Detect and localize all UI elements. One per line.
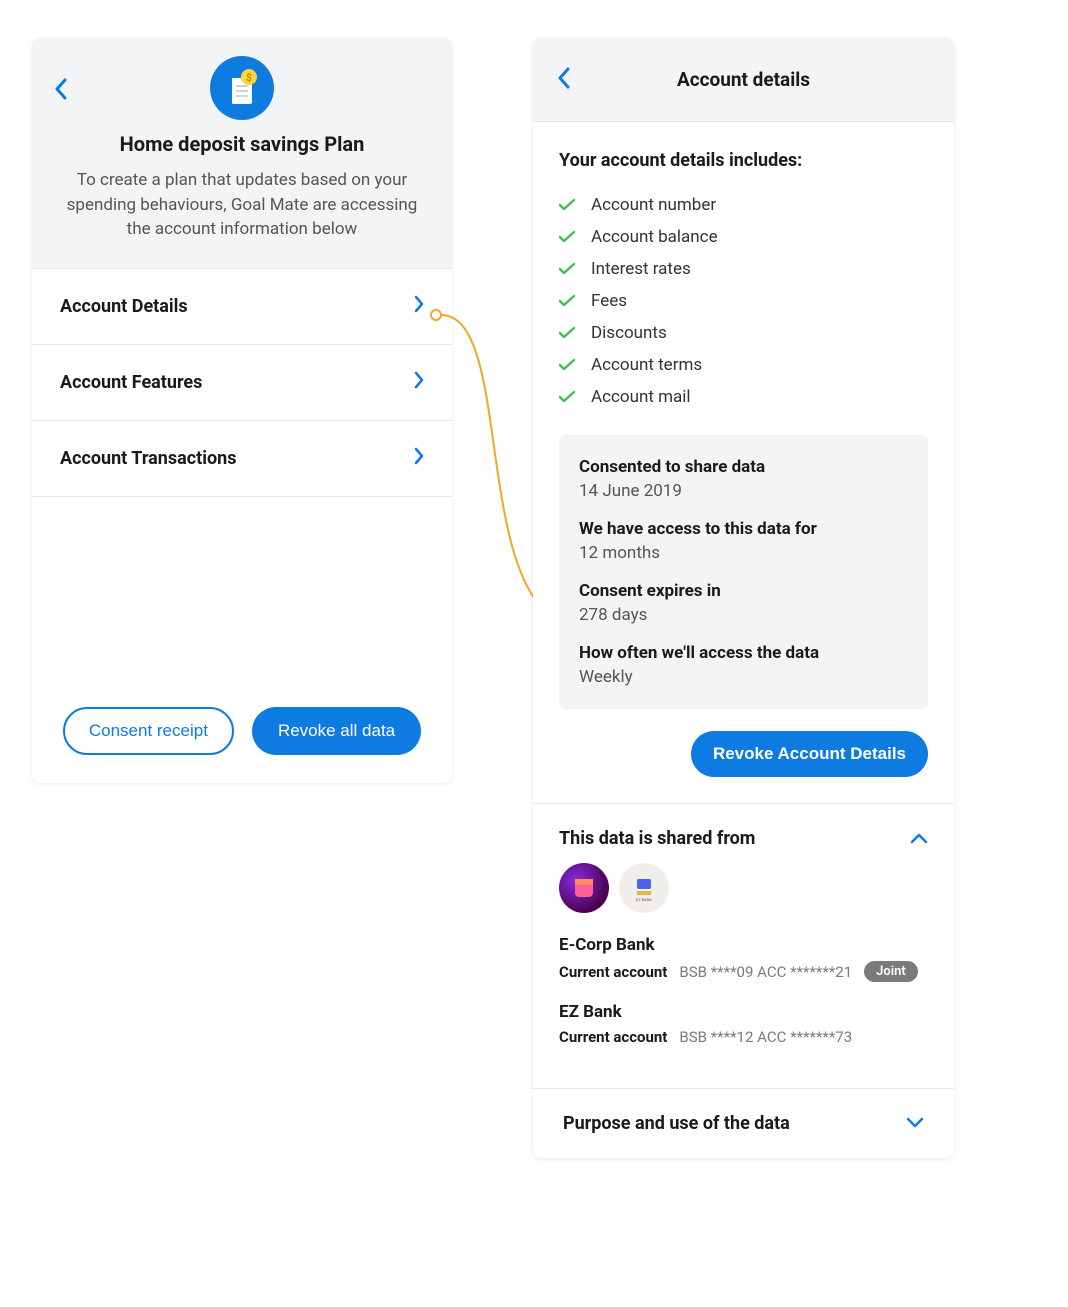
consent-label: Consented to share data: [579, 457, 908, 477]
revoke-all-button[interactable]: Revoke all data: [252, 707, 421, 755]
check-icon: [559, 295, 575, 307]
revoke-row: Revoke Account Details: [559, 731, 928, 777]
svg-text:$: $: [246, 71, 252, 84]
plan-subtitle: To create a plan that updates based on y…: [52, 168, 432, 242]
plan-panel: $ Home deposit savings Plan To create a …: [32, 38, 452, 783]
includes-heading: Your account details includes:: [559, 150, 928, 171]
row-account-details[interactable]: Account Details: [32, 268, 452, 345]
bank-block: E-Corp Bank Current account BSB ****09 A…: [559, 935, 928, 982]
includes-item: Account mail: [559, 381, 928, 413]
bank-logo-ez: EZ BANK: [619, 863, 669, 913]
includes-list: Account number Account balance Interest …: [559, 189, 928, 413]
includes-label: Account terms: [591, 355, 702, 375]
account-details-panel: Account details Your account details inc…: [533, 38, 954, 1158]
account-type: Current account: [559, 1028, 667, 1046]
data-category-list: Account Details Account Features Account…: [32, 268, 452, 497]
purpose-title: Purpose and use of the data: [563, 1113, 790, 1134]
check-icon: [559, 199, 575, 211]
check-icon: [559, 391, 575, 403]
purpose-toggle[interactable]: Purpose and use of the data: [533, 1088, 954, 1158]
includes-label: Discounts: [591, 323, 667, 343]
account-line: Current account BSB ****12 ACC *******73: [559, 1028, 928, 1046]
check-icon: [559, 231, 575, 243]
includes-label: Fees: [591, 291, 627, 311]
consent-value: 12 months: [579, 543, 908, 563]
chevron-up-icon: [910, 829, 928, 848]
consent-box: Consented to share data 14 June 2019 We …: [559, 435, 928, 709]
account-type: Current account: [559, 963, 667, 981]
revoke-account-details-button[interactable]: Revoke Account Details: [691, 731, 928, 777]
receipt-coin-icon: $: [222, 68, 262, 108]
chevron-left-icon: [557, 67, 571, 89]
details-body: Your account details includes: Account n…: [533, 122, 954, 803]
consent-label: We have access to this data for: [579, 519, 908, 539]
back-button[interactable]: [557, 67, 571, 93]
chevron-right-icon: [414, 295, 424, 318]
details-title: Account details: [677, 68, 810, 91]
includes-item: Discounts: [559, 317, 928, 349]
includes-item: Account terms: [559, 349, 928, 381]
bank-name: EZ Bank: [559, 1002, 928, 1022]
plan-icon: $: [210, 56, 274, 120]
chevron-left-icon: [54, 78, 68, 100]
consent-label: Consent expires in: [579, 581, 908, 601]
consent-value: 14 June 2019: [579, 481, 908, 501]
consent-block: We have access to this data for 12 month…: [579, 519, 908, 563]
shared-header-toggle[interactable]: This data is shared from: [559, 828, 928, 849]
row-label: Account Details: [60, 296, 188, 317]
details-header: Account details: [533, 38, 954, 122]
consent-label: How often we'll access the data: [579, 643, 908, 663]
row-account-transactions[interactable]: Account Transactions: [32, 421, 452, 497]
consent-value: Weekly: [579, 667, 908, 687]
consent-block: How often we'll access the data Weekly: [579, 643, 908, 687]
joint-badge: Joint: [864, 961, 918, 982]
chevron-down-icon: [906, 1114, 924, 1133]
account-number: BSB ****09 ACC *******21: [679, 963, 852, 981]
ez-logo-icon: EZ BANK: [629, 873, 659, 903]
includes-item: Account number: [559, 189, 928, 221]
account-number: BSB ****12 ACC *******73: [679, 1028, 852, 1046]
back-button[interactable]: [50, 78, 72, 100]
shared-section: This data is shared from EZ BANK: [533, 803, 954, 1088]
includes-item: Interest rates: [559, 253, 928, 285]
ecorp-logo-icon: [569, 873, 599, 903]
bank-logos: EZ BANK: [559, 863, 928, 913]
svg-text:EZ BANK: EZ BANK: [636, 897, 653, 902]
includes-item: Account balance: [559, 221, 928, 253]
chevron-right-icon: [414, 371, 424, 394]
row-account-features[interactable]: Account Features: [32, 345, 452, 421]
includes-label: Account balance: [591, 227, 718, 247]
consent-receipt-button[interactable]: Consent receipt: [63, 707, 234, 755]
includes-label: Account number: [591, 195, 716, 215]
consent-block: Consent expires in 278 days: [579, 581, 908, 625]
consent-block: Consented to share data 14 June 2019: [579, 457, 908, 501]
bank-name: E-Corp Bank: [559, 935, 928, 955]
shared-title: This data is shared from: [559, 828, 755, 849]
check-icon: [559, 263, 575, 275]
check-icon: [559, 327, 575, 339]
check-icon: [559, 359, 575, 371]
plan-title: Home deposit savings Plan: [52, 132, 432, 156]
account-line: Current account BSB ****09 ACC *******21…: [559, 961, 928, 982]
bank-logo-ecorp: [559, 863, 609, 913]
row-label: Account Features: [60, 372, 202, 393]
includes-label: Account mail: [591, 387, 691, 407]
plan-footer: Consent receipt Revoke all data: [32, 687, 452, 783]
plan-header: $ Home deposit savings Plan To create a …: [32, 38, 452, 268]
bank-block: EZ Bank Current account BSB ****12 ACC *…: [559, 1002, 928, 1046]
includes-label: Interest rates: [591, 259, 691, 279]
row-label: Account Transactions: [60, 448, 236, 469]
includes-item: Fees: [559, 285, 928, 317]
chevron-right-icon: [414, 447, 424, 470]
consent-value: 278 days: [579, 605, 908, 625]
